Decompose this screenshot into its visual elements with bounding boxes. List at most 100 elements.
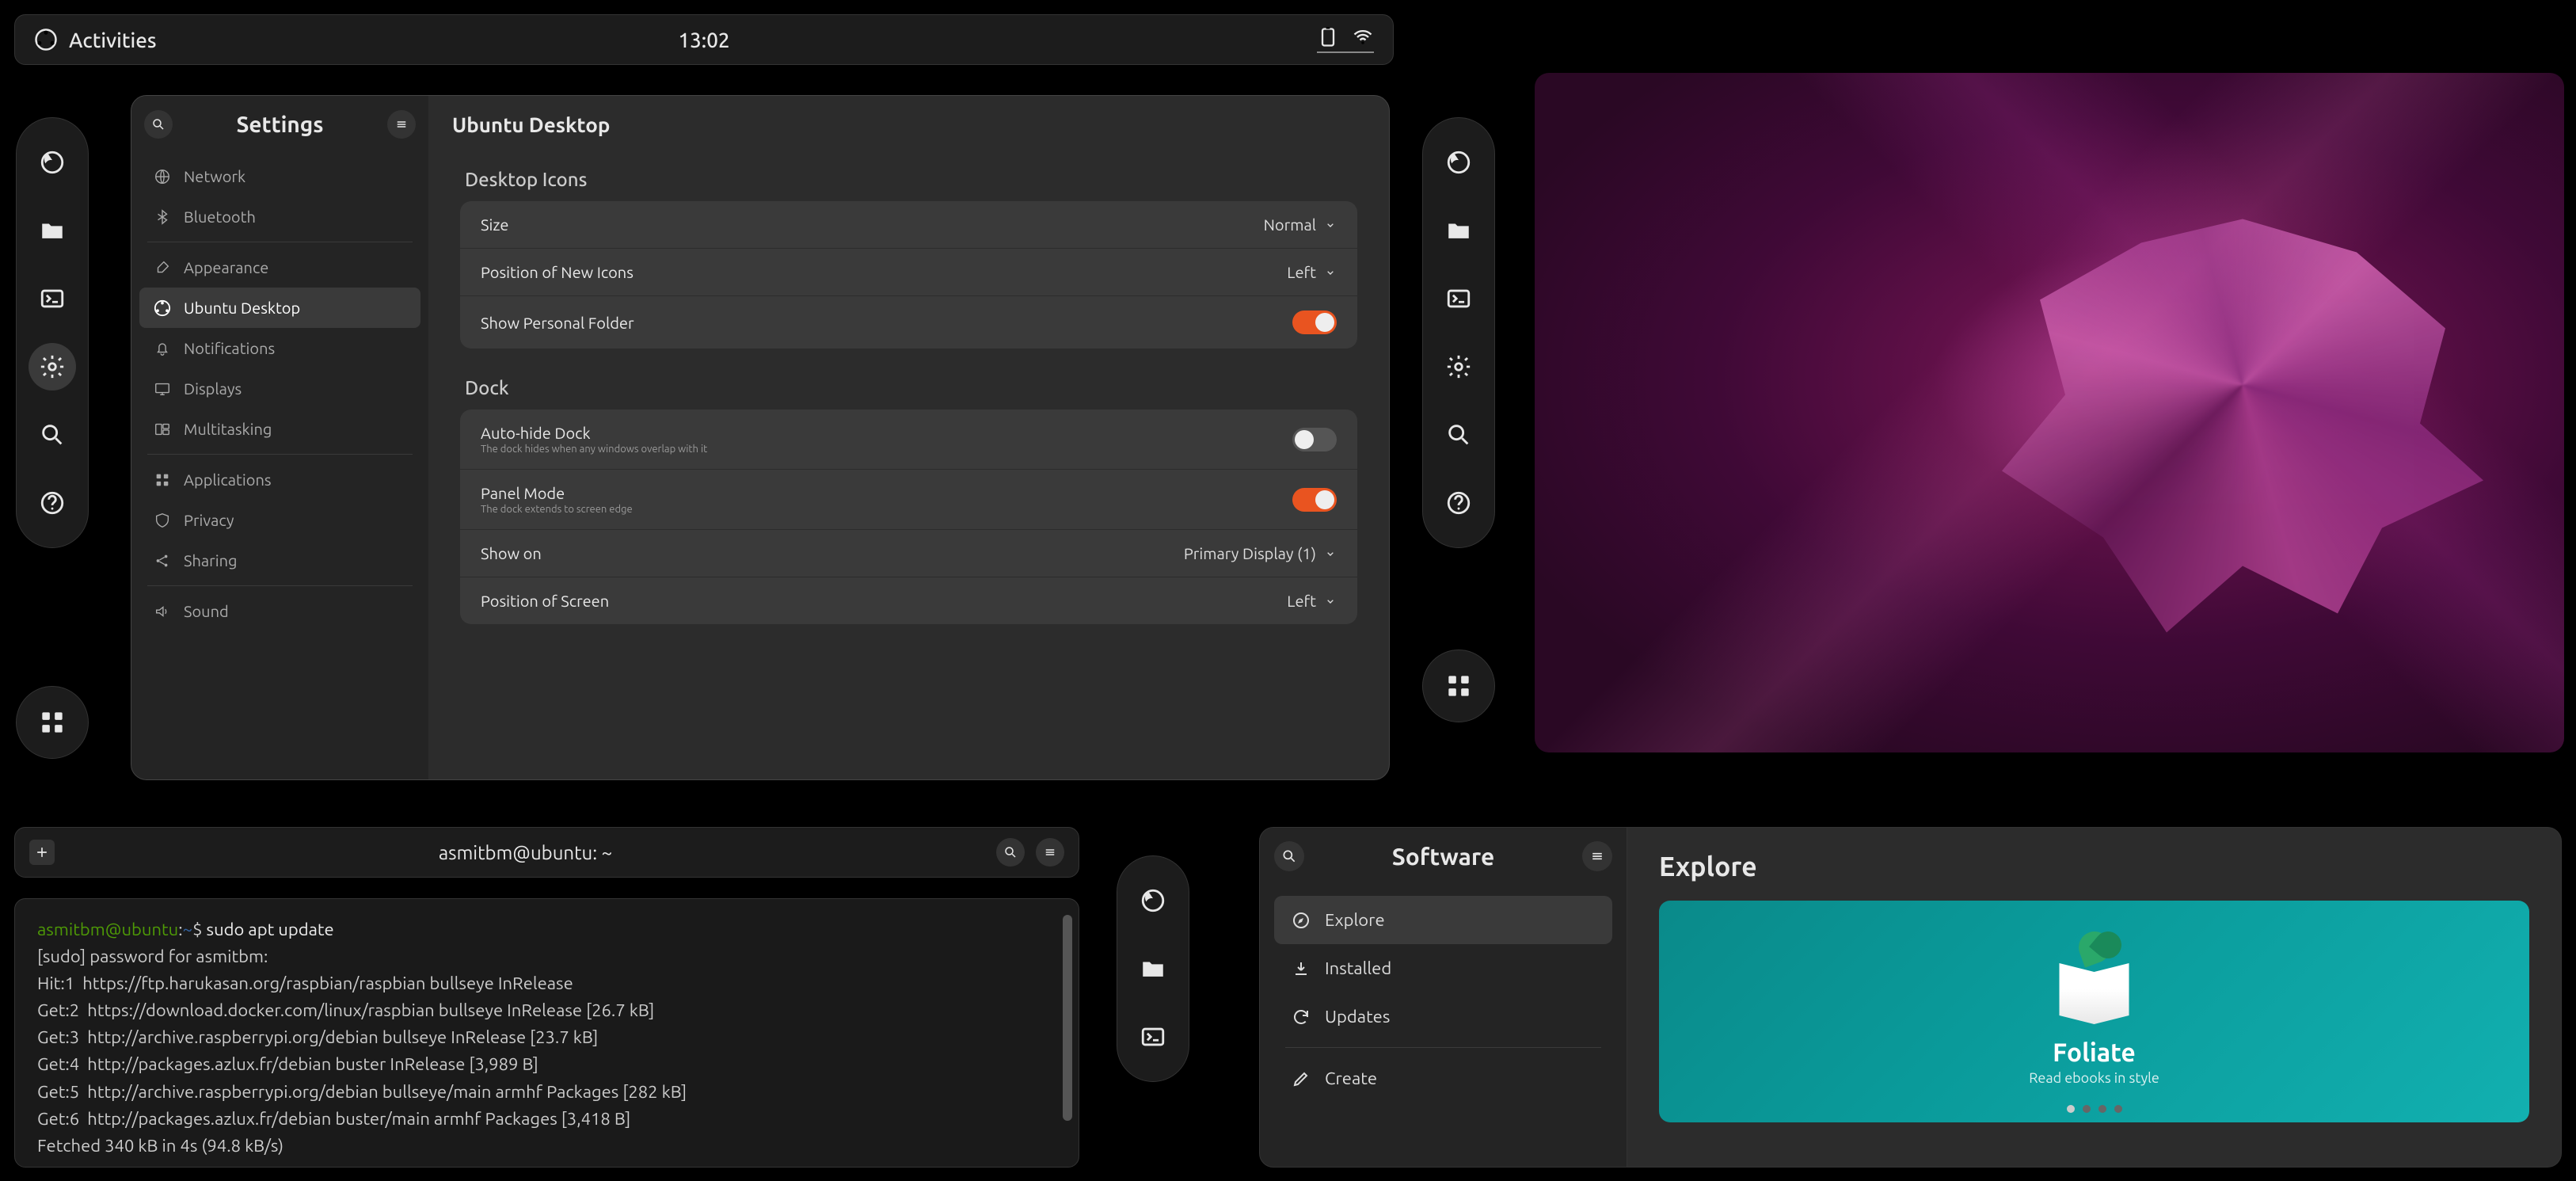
dropdown[interactable]: Normal <box>1264 215 1337 234</box>
sidebar-item-sound[interactable]: Sound <box>139 591 420 631</box>
sidebar-item-applications[interactable]: Applications <box>139 459 420 500</box>
section-title: Dock <box>465 377 1357 398</box>
search-icon <box>1281 848 1297 864</box>
firefox-icon <box>1445 149 1472 176</box>
dropdown[interactable]: Left <box>1287 263 1337 281</box>
setting-row: Panel ModeThe dock extends to screen edg… <box>460 470 1357 530</box>
carousel-dots[interactable] <box>2067 1105 2122 1113</box>
dock-firefox[interactable] <box>29 139 76 186</box>
terminal-new-tab-button[interactable] <box>29 840 55 865</box>
help-icon <box>1445 490 1472 516</box>
dock-terminal[interactable] <box>29 275 76 322</box>
show-applications-button[interactable] <box>16 686 89 759</box>
dropdown[interactable]: Left <box>1287 592 1337 610</box>
chevron-down-icon <box>1324 547 1337 560</box>
sidebar-item-ubuntu-desktop[interactable]: Ubuntu Desktop <box>139 288 420 328</box>
featured-app-card[interactable]: Foliate Read ebooks in style <box>1659 901 2529 1122</box>
terminal-output[interactable]: asmitbm@ubuntu:~$ sudo apt update [sudo]… <box>14 898 1079 1168</box>
toggle-switch[interactable] <box>1292 310 1337 334</box>
sidebar-item-label: Sharing <box>184 551 238 570</box>
software-nav-create[interactable]: Create <box>1274 1054 1612 1103</box>
nav-label: Installed <box>1325 958 1391 978</box>
firefox-icon <box>1140 887 1166 914</box>
settings-search-button[interactable] <box>144 110 173 139</box>
setting-label: Show Personal Folder <box>481 314 634 332</box>
sidebar-item-bluetooth[interactable]: Bluetooth <box>139 196 420 237</box>
dock-settings[interactable] <box>29 343 76 390</box>
dock-help[interactable] <box>29 479 76 527</box>
sidebar-item-privacy[interactable]: Privacy <box>139 500 420 540</box>
firefox-icon <box>39 149 66 176</box>
setting-label: Position of Screen <box>481 592 609 610</box>
dock-terminal[interactable] <box>1435 275 1482 322</box>
sidebar-item-label: Bluetooth <box>184 208 256 226</box>
sidebar-item-label: Ubuntu Desktop <box>184 299 300 317</box>
sidebar-item-label: Displays <box>184 379 242 398</box>
dock-firefox[interactable] <box>1435 139 1482 186</box>
software-nav: Explore Installed Updates Create <box>1260 885 1627 1114</box>
dock-settings[interactable] <box>1435 343 1482 390</box>
dock-help[interactable] <box>1435 479 1482 527</box>
toggle-switch[interactable] <box>1292 488 1337 512</box>
dropdown[interactable]: Primary Display (1) <box>1184 544 1337 562</box>
sidebar-item-label: Sound <box>184 602 229 620</box>
battery-icon <box>1317 26 1339 48</box>
shield-icon <box>154 512 171 529</box>
menu-icon <box>1043 845 1057 859</box>
dropdown-value: Left <box>1287 592 1316 610</box>
terminal-menu-button[interactable] <box>1036 838 1064 867</box>
search-icon <box>151 117 166 131</box>
system-tray[interactable] <box>1317 26 1374 53</box>
sidebar-item-sharing[interactable]: Sharing <box>139 540 420 581</box>
setting-label: Panel Mode <box>481 484 633 502</box>
dock-files[interactable] <box>1435 207 1482 254</box>
sidebar-item-label: Notifications <box>184 339 275 357</box>
software-search-button[interactable] <box>1274 841 1304 871</box>
show-applications-button[interactable] <box>1422 650 1495 722</box>
sidebar-item-multitasking[interactable]: Multitasking <box>139 409 420 449</box>
scrollbar[interactable] <box>1063 915 1072 1121</box>
setting-row: Show Personal Folder <box>460 296 1357 349</box>
software-nav-updates[interactable]: Updates <box>1274 992 1612 1041</box>
compass-icon <box>1292 911 1311 930</box>
search-icon <box>39 421 66 448</box>
settings-window: Settings Network Bluetooth Appearance Ubunt… <box>131 95 1390 780</box>
menu-icon <box>394 117 409 131</box>
dock-search[interactable] <box>1435 411 1482 459</box>
ubuntu-icon <box>34 28 58 51</box>
setting-label: Position of New Icons <box>481 263 634 281</box>
software-nav-installed[interactable]: Installed <box>1274 944 1612 992</box>
terminal-search-button[interactable] <box>996 838 1025 867</box>
software-nav-explore[interactable]: Explore <box>1274 896 1612 944</box>
sidebar-item-label: Privacy <box>184 511 234 529</box>
setting-row: Auto-hide DockThe dock hides when any wi… <box>460 410 1357 470</box>
terminal-window: asmitbm@ubuntu: ~ asmitbm@ubuntu:~$ sudo… <box>14 827 1079 1168</box>
dock-firefox[interactable] <box>1129 877 1177 924</box>
search-icon <box>1445 421 1472 448</box>
help-icon <box>39 490 66 516</box>
settings-menu-button[interactable] <box>387 110 416 139</box>
dropdown-value: Left <box>1287 263 1316 281</box>
activities-button[interactable]: Activities <box>34 28 157 51</box>
sidebar-item-displays[interactable]: Displays <box>139 368 420 409</box>
refresh-icon <box>1292 1008 1311 1027</box>
sidebar-item-appearance[interactable]: Appearance <box>139 247 420 288</box>
dock-search[interactable] <box>29 411 76 459</box>
folder-icon <box>1140 955 1166 982</box>
dock-files[interactable] <box>1129 945 1177 992</box>
terminal-icon <box>1445 285 1472 312</box>
nav-label: Create <box>1325 1069 1377 1088</box>
featured-app-name: Foliate <box>2053 1038 2136 1067</box>
toggle-switch[interactable] <box>1292 428 1337 451</box>
sidebar-item-network[interactable]: Network <box>139 156 420 196</box>
section-dock: Dock Auto-hide DockThe dock hides when a… <box>460 377 1357 624</box>
globe-icon <box>154 168 171 185</box>
software-menu-button[interactable] <box>1582 841 1612 871</box>
sidebar-item-notifications[interactable]: Notifications <box>139 328 420 368</box>
dock-files[interactable] <box>29 207 76 254</box>
clock[interactable]: 13:02 <box>678 29 729 51</box>
setting-label: Show on <box>481 544 542 562</box>
dock-terminal[interactable] <box>1129 1013 1177 1061</box>
software-section-title: Explore <box>1659 851 2529 882</box>
settings-title: Settings <box>182 112 378 137</box>
